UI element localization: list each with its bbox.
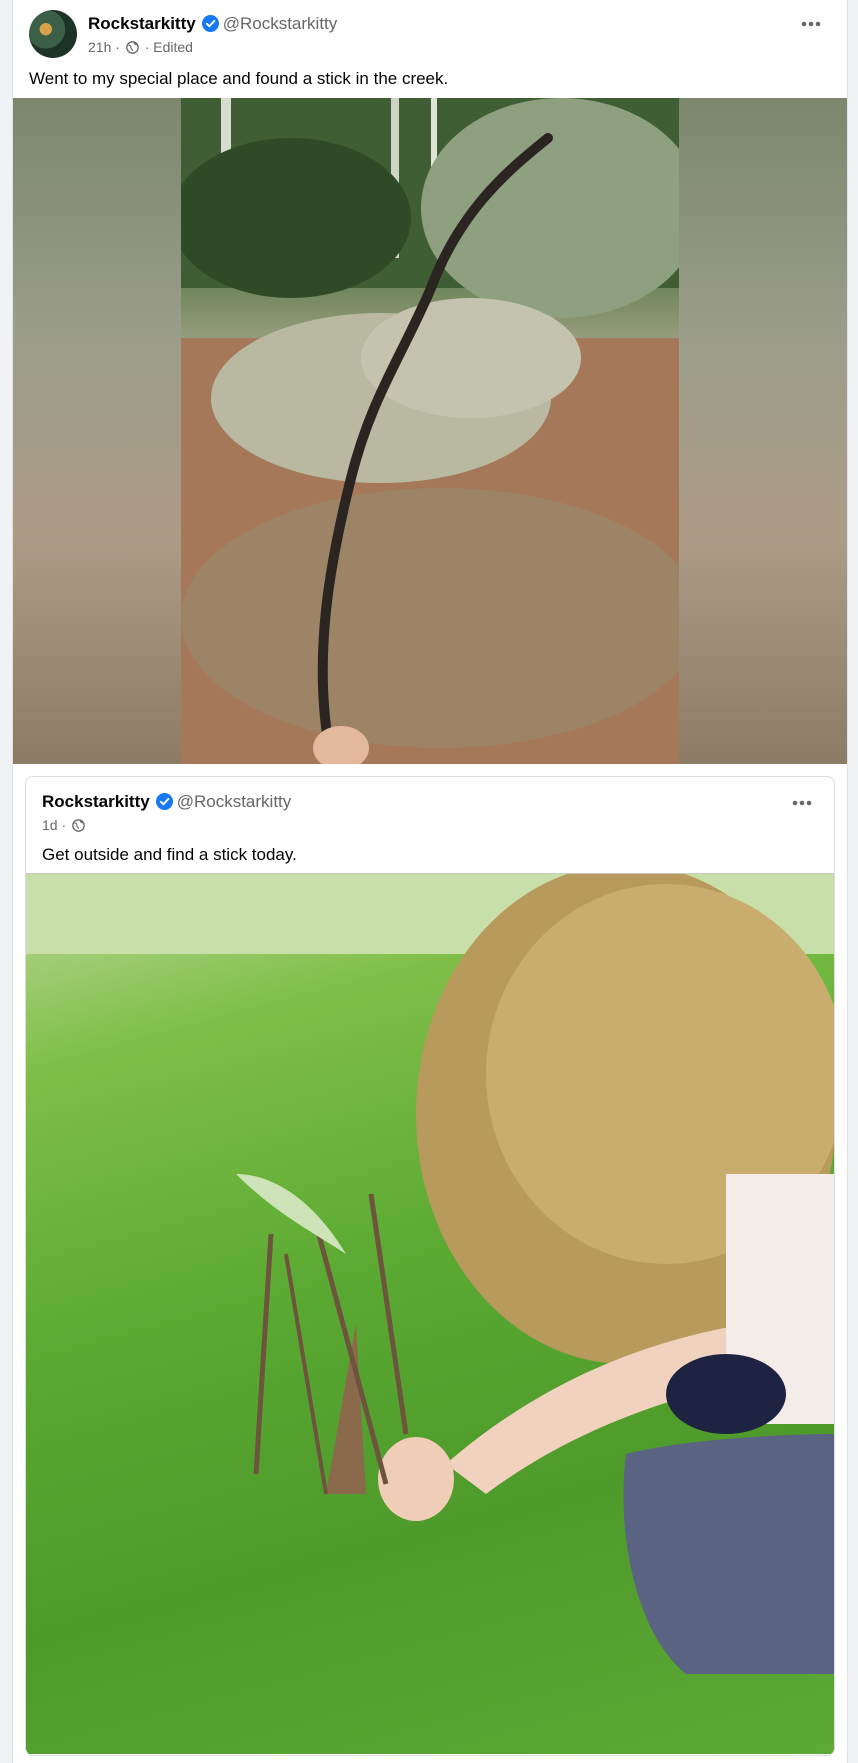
more-options-icon[interactable] xyxy=(788,793,816,813)
more-options-icon[interactable] xyxy=(797,14,825,34)
post-meta: 21h · · Edited xyxy=(88,38,193,58)
child-with-sticks-photo[interactable] xyxy=(26,873,834,1754)
post-card: Rockstarkitty @Rockstarkitty 21h · · Edit… xyxy=(12,0,848,1763)
globe-icon[interactable] xyxy=(72,818,85,836)
post-time[interactable]: 21h xyxy=(88,39,111,55)
author-name[interactable]: Rockstarkitty xyxy=(88,14,196,33)
shared-post-caption: Get outside and find a stick today. xyxy=(42,845,297,864)
verified-badge-icon xyxy=(155,793,173,816)
shared-post-time[interactable]: 1d xyxy=(42,817,58,833)
photo-illustration xyxy=(26,874,834,1674)
shared-post[interactable]: Rockstarkitty @Rockstarkitty 1d · Get out… xyxy=(25,776,835,1756)
photo-illustration xyxy=(181,98,679,764)
author-avatar[interactable] xyxy=(29,10,77,58)
shared-author-name[interactable]: Rockstarkitty xyxy=(42,792,150,811)
stick-in-creek-photo xyxy=(181,98,679,764)
verified-badge-icon xyxy=(201,15,219,38)
author-line: Rockstarkitty @Rockstarkitty xyxy=(88,13,337,38)
shared-author-handle[interactable]: @Rockstarkitty xyxy=(177,792,292,811)
shared-post-header: Rockstarkitty @Rockstarkitty 1d · xyxy=(42,791,820,835)
post-caption: Went to my special place and found a sti… xyxy=(29,69,449,88)
post-photo[interactable] xyxy=(13,98,847,764)
post-header: Rockstarkitty @Rockstarkitty 21h · · Edit… xyxy=(29,10,829,60)
edited-label[interactable]: Edited xyxy=(153,39,193,55)
author-handle[interactable]: @Rockstarkitty xyxy=(223,14,338,33)
shared-post-meta: 1d · xyxy=(42,816,87,836)
globe-icon[interactable] xyxy=(125,40,139,58)
shared-author-line: Rockstarkitty @Rockstarkitty xyxy=(42,791,291,816)
